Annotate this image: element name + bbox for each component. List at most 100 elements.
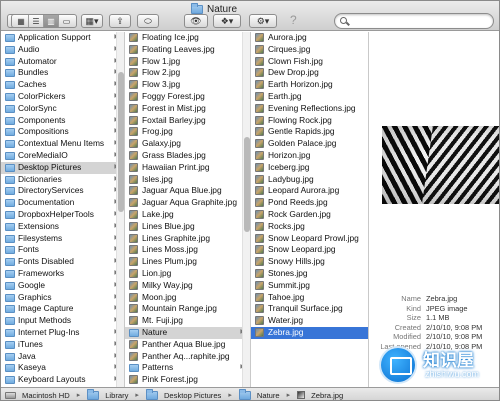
list-item[interactable]: Summit.jpg <box>251 280 368 292</box>
list-item[interactable]: Lines Graphite.jpg <box>125 233 250 245</box>
list-item[interactable]: Panther Aq...raphite.jpg <box>125 351 250 363</box>
list-item[interactable]: Panther Aqua Blue.jpg <box>125 339 250 351</box>
scroll-thumb[interactable] <box>118 72 124 212</box>
search-input[interactable] <box>351 15 489 27</box>
list-item[interactable]: Forest in Mist.jpg <box>125 103 250 115</box>
list-item[interactable]: Kaseya▶ <box>1 362 124 374</box>
list-item[interactable]: Jaguar Aqua Blue.jpg <box>125 185 250 197</box>
list-item[interactable]: Snow Leopard.jpg <box>251 244 368 256</box>
list-view-icon[interactable]: ☰ <box>29 15 44 27</box>
list-item[interactable]: Pink Forest.jpg <box>125 374 250 386</box>
list-item[interactable]: Snowy Hills.jpg <box>251 256 368 268</box>
list-item[interactable]: Ladybug.jpg <box>251 174 368 186</box>
list-item[interactable]: DropboxHelperTools▶ <box>1 209 124 221</box>
list-item[interactable]: Grass Blades.jpg <box>125 150 250 162</box>
list-item[interactable]: Fonts▶ <box>1 244 124 256</box>
list-item[interactable]: Iceberg.jpg <box>251 162 368 174</box>
list-item[interactable]: Lake.jpg <box>125 209 250 221</box>
list-item[interactable]: Contextual Menu Items▶ <box>1 138 124 150</box>
list-item[interactable]: Leopard Aurora.jpg <box>251 185 368 197</box>
list-item[interactable]: Flowing Rock.jpg <box>251 115 368 127</box>
list-item[interactable]: Flow 1.jpg <box>125 56 250 68</box>
list-item[interactable]: Lines Moss.jpg <box>125 244 250 256</box>
list-item[interactable]: Clown Fish.jpg <box>251 56 368 68</box>
list-item[interactable]: Hawaiian Print.jpg <box>125 162 250 174</box>
breadcrumb-item[interactable]: Zebra.jpg <box>311 391 343 400</box>
list-item[interactable]: Flow 3.jpg <box>125 79 250 91</box>
list-item[interactable]: Patterns▶ <box>125 362 250 374</box>
column-scrollbar[interactable] <box>116 32 124 387</box>
list-item[interactable]: Filesystems▶ <box>1 233 124 245</box>
list-item[interactable]: Compositions▶ <box>1 126 124 138</box>
list-item[interactable]: DirectoryServices▶ <box>1 185 124 197</box>
list-item[interactable]: Foxtail Barley.jpg <box>125 115 250 127</box>
list-item[interactable]: Nature▶ <box>125 326 250 339</box>
list-item[interactable]: Flow 2.jpg <box>125 67 250 79</box>
list-item[interactable]: Zebra.jpg <box>251 326 368 339</box>
list-item[interactable]: Frameworks▶ <box>1 268 124 280</box>
list-item[interactable]: Frog.jpg <box>125 126 250 138</box>
list-item[interactable]: Lines Blue.jpg <box>125 221 250 233</box>
help-icon[interactable]: ? <box>290 13 297 27</box>
list-item[interactable]: Input Methods▶ <box>1 315 124 327</box>
list-item[interactable]: Foggy Forest.jpg <box>125 91 250 103</box>
arrange-button[interactable]: ▦▾ <box>81 14 103 28</box>
list-item[interactable]: Automator▶ <box>1 56 124 68</box>
list-item[interactable]: Graphics▶ <box>1 292 124 304</box>
icon-view-icon[interactable]: ▦ <box>14 15 29 27</box>
list-item[interactable]: ColorPickers▶ <box>1 91 124 103</box>
list-item[interactable]: Audio▶ <box>1 44 124 56</box>
scroll-thumb[interactable] <box>244 137 250 232</box>
list-item[interactable]: Earth Horizon.jpg <box>251 79 368 91</box>
list-item[interactable]: Image Capture▶ <box>1 303 124 315</box>
list-item[interactable]: Jaguar Aqua Graphite.jpg <box>125 197 250 209</box>
list-item[interactable]: iTunes▶ <box>1 339 124 351</box>
list-item[interactable]: Floating Ice.jpg <box>125 32 250 44</box>
column-view-icon[interactable]: ▥ <box>44 15 59 27</box>
list-item[interactable]: Bundles▶ <box>1 67 124 79</box>
column-scrollbar[interactable] <box>242 32 250 387</box>
list-item[interactable]: Horizon.jpg <box>251 150 368 162</box>
list-item[interactable]: Pond Reeds.jpg <box>251 197 368 209</box>
quicklook-button[interactable]: 👁 <box>184 14 208 28</box>
action-button[interactable]: ⚙▾ <box>249 14 277 28</box>
list-item[interactable]: Documentation▶ <box>1 197 124 209</box>
list-item[interactable]: Moon.jpg <box>125 292 250 304</box>
list-item[interactable]: Dew Drop.jpg <box>251 67 368 79</box>
column-library[interactable]: Application Support▶Audio▶Automator▶Bund… <box>1 32 125 387</box>
list-item[interactable]: Components▶ <box>1 115 124 127</box>
coverflow-view-icon[interactable]: ▭ <box>59 15 74 27</box>
breadcrumb-item[interactable]: Desktop Pictures <box>164 391 221 400</box>
list-item[interactable]: Cirques.jpg <box>251 44 368 56</box>
list-item[interactable]: Desktop Pictures▶ <box>1 161 124 174</box>
column-nature[interactable]: Aurora.jpg Cirques.jpg Clown Fish.jpg Dew D… <box>251 32 369 387</box>
list-item[interactable]: Tranquil Surface.jpg <box>251 303 368 315</box>
list-item[interactable]: Dictionaries▶ <box>1 174 124 186</box>
list-item[interactable]: Mountain Range.jpg <box>125 303 250 315</box>
list-item[interactable]: Lion.jpg <box>125 268 250 280</box>
view-mode-segmented[interactable]: ▦ ☰ ▥ ▭ <box>11 14 77 28</box>
list-item[interactable]: Caches▶ <box>1 79 124 91</box>
list-item[interactable]: Java▶ <box>1 351 124 363</box>
list-item[interactable]: Tahoe.jpg <box>251 292 368 304</box>
list-item[interactable]: Rocks.jpg <box>251 221 368 233</box>
list-item[interactable]: Extensions▶ <box>1 221 124 233</box>
dropbox-button[interactable]: ❖▾ <box>213 14 241 28</box>
list-item[interactable]: Isles.jpg <box>125 174 250 186</box>
list-item[interactable]: CoreMediaIO▶ <box>1 150 124 162</box>
tags-button[interactable]: ⬭ <box>137 14 159 28</box>
list-item[interactable]: Mt. Fuji.jpg <box>125 315 250 327</box>
list-item[interactable]: Rock Garden.jpg <box>251 209 368 221</box>
list-item[interactable]: Stones.jpg <box>251 268 368 280</box>
list-item[interactable]: Milky Way.jpg <box>125 280 250 292</box>
list-item[interactable]: Fonts Disabled▶ <box>1 256 124 268</box>
list-item[interactable]: Aurora.jpg <box>251 32 368 44</box>
list-item[interactable]: Keyboard Layouts▶ <box>1 374 124 386</box>
list-item[interactable]: ColorSync▶ <box>1 103 124 115</box>
list-item[interactable]: Floating Leaves.jpg <box>125 44 250 56</box>
breadcrumb-item[interactable]: Macintosh HD <box>22 391 70 400</box>
list-item[interactable]: Application Support▶ <box>1 32 124 44</box>
list-item[interactable]: Galaxy.jpg <box>125 138 250 150</box>
list-item[interactable]: Snow Leopard Prowl.jpg <box>251 233 368 245</box>
list-item[interactable]: Evening Reflections.jpg <box>251 103 368 115</box>
